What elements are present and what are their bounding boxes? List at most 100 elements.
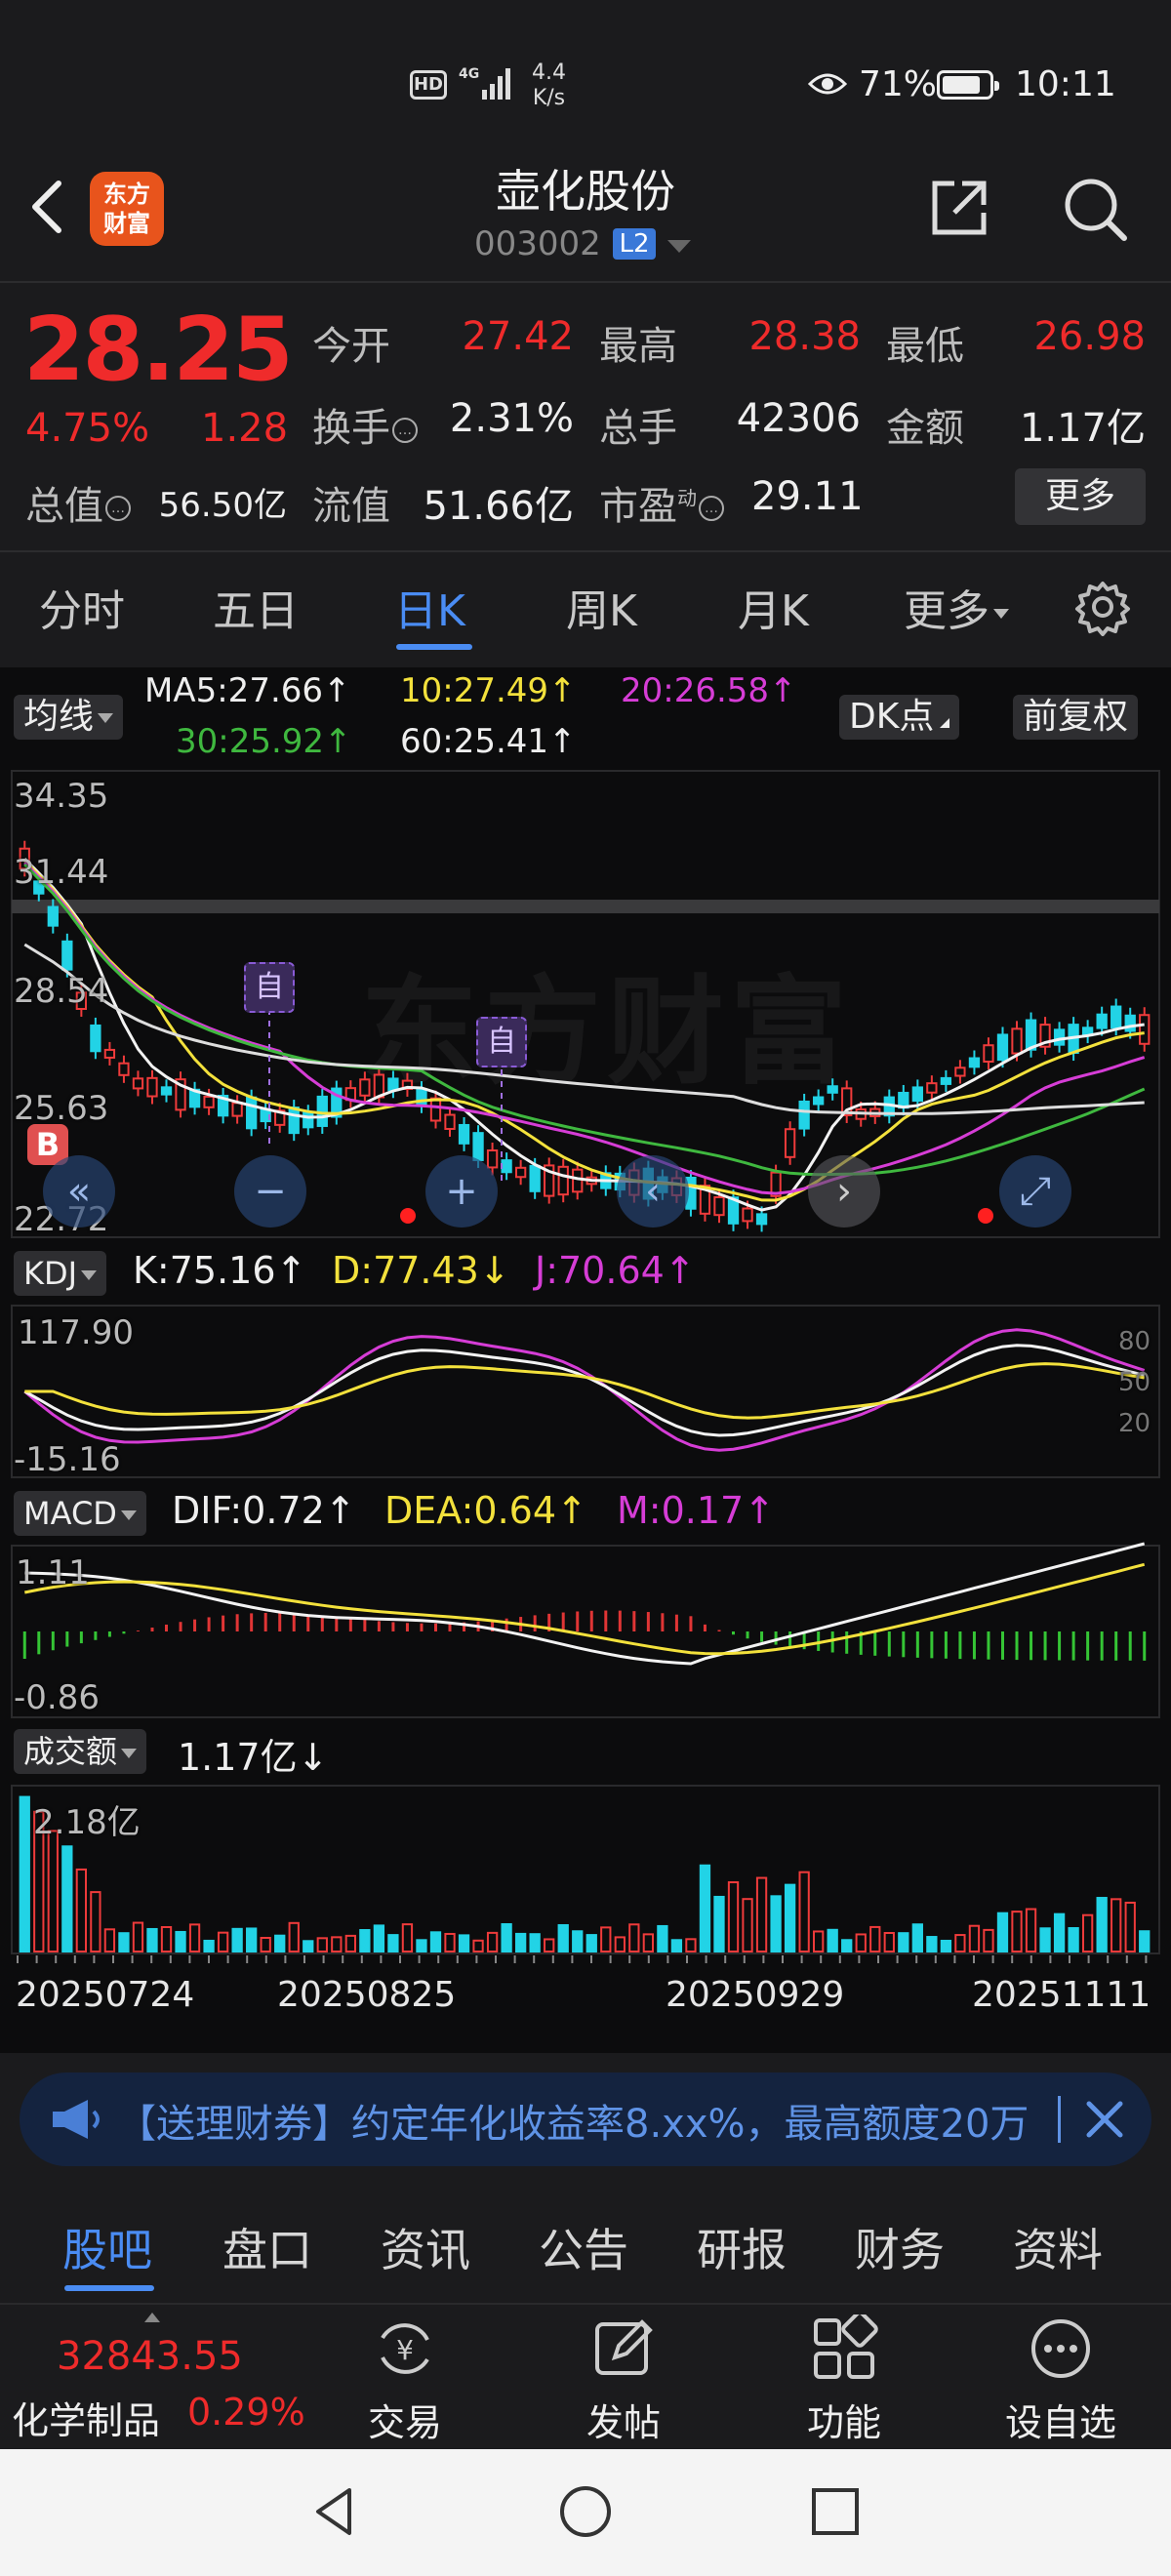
- candle-body: [47, 906, 59, 927]
- candle-body: [387, 1077, 399, 1092]
- subtab-news[interactable]: 资讯: [381, 2215, 470, 2279]
- kdj-j: J:70.64↑: [535, 1249, 696, 1292]
- candle-body: [1011, 1027, 1023, 1055]
- post-button[interactable]: 发帖: [555, 2393, 692, 2446]
- candle-body: [572, 1168, 584, 1193]
- macd-selector[interactable]: MACD: [14, 1491, 146, 1536]
- volume-bar: [444, 1932, 456, 1952]
- signal-dot: [978, 1208, 993, 1224]
- subtab-orderbook[interactable]: 盘口: [222, 2215, 312, 2279]
- self-select-marker[interactable]: 自: [476, 1017, 527, 1067]
- kdj-axis-top: 117.90: [18, 1313, 134, 1352]
- volume-bar: [1096, 1897, 1108, 1952]
- promo-banner[interactable]: 【送理财券】约定年化收益率8.xx%，最高额度20万: [20, 2073, 1151, 2166]
- volume-bar: [160, 1925, 173, 1952]
- date-label: 20250724: [16, 1975, 195, 2015]
- volume-bar: [614, 1936, 626, 1952]
- volume-bar: [486, 1931, 499, 1952]
- kdj-selector[interactable]: KDJ: [14, 1251, 107, 1296]
- subtab-announcements[interactable]: 公告: [539, 2215, 628, 2279]
- fullscreen-button[interactable]: ⤢: [999, 1155, 1071, 1228]
- volume-bar: [883, 1932, 895, 1952]
- volume-bar: [47, 1830, 59, 1952]
- candle-body: [146, 1076, 158, 1098]
- volume-bar: [770, 1895, 782, 1953]
- volume-bar: [373, 1924, 385, 1952]
- volume-bar: [544, 1938, 555, 1953]
- price-axis-top: 34.35: [14, 777, 109, 816]
- price-axis-3: 28.54: [14, 972, 109, 1011]
- trade-icon[interactable]: ¥: [371, 2314, 439, 2383]
- self-select-marker[interactable]: 自: [244, 962, 295, 1013]
- candle-body: [813, 1096, 825, 1106]
- volume-bar: [387, 1934, 399, 1953]
- volume-bar: [572, 1930, 584, 1953]
- volume-bar: [798, 1871, 810, 1953]
- ma60-line: [23, 943, 1145, 1115]
- more-icon[interactable]: [1027, 2314, 1095, 2383]
- candle-body: [231, 1102, 243, 1117]
- volume-bar: [501, 1922, 512, 1953]
- volume-bar: [246, 1927, 258, 1953]
- macd-m: M:0.17↑: [617, 1489, 776, 1532]
- zoom-in-button[interactable]: +: [425, 1155, 498, 1228]
- divider: [1058, 2096, 1061, 2143]
- nav-back-icon[interactable]: [306, 2482, 365, 2541]
- sector-index-value[interactable]: 32843.55: [57, 2334, 243, 2379]
- candle-body: [132, 1077, 144, 1090]
- volume-selector[interactable]: 成交额: [14, 1729, 147, 1774]
- candle-body: [416, 1088, 427, 1107]
- scroll-right-button[interactable]: ›: [808, 1155, 880, 1228]
- date-label: 20251111: [972, 1975, 1151, 2015]
- macd-dif: DIF:0.72↑: [172, 1489, 356, 1532]
- scroll-left-button[interactable]: ‹: [617, 1155, 689, 1228]
- price-axis-2: 31.44: [14, 853, 109, 892]
- candle-body: [1110, 1005, 1122, 1029]
- subtab-profile[interactable]: 资料: [1013, 2215, 1103, 2279]
- zoom-out-button[interactable]: −: [234, 1155, 306, 1228]
- volume-bar: [359, 1929, 371, 1953]
- nav-recents-icon[interactable]: [806, 2482, 865, 2541]
- kdj-axis-bottom: -15.16: [14, 1440, 121, 1479]
- functions-button[interactable]: 功能: [776, 2393, 912, 2446]
- sector-change: 0.29%: [187, 2391, 305, 2434]
- candle-body: [444, 1113, 456, 1130]
- candle-body: [1053, 1028, 1066, 1046]
- subtab-financials[interactable]: 财务: [855, 2215, 945, 2279]
- apps-icon[interactable]: [810, 2314, 878, 2383]
- candle-body: [203, 1095, 215, 1108]
- volume-bar: [288, 1921, 300, 1953]
- candle-body: [755, 1213, 768, 1226]
- gap-band: [12, 900, 1159, 913]
- nav-home-icon[interactable]: [556, 2482, 615, 2541]
- add-watchlist-button[interactable]: 设自选: [992, 2393, 1129, 2446]
- subtab-research[interactable]: 研报: [697, 2215, 787, 2279]
- volume-bar: [755, 1876, 768, 1953]
- volume-bar: [1011, 1911, 1023, 1953]
- sector-name[interactable]: 化学制品: [12, 2391, 160, 2444]
- scroll-left-fast-button[interactable]: «: [43, 1155, 115, 1228]
- trade-button[interactable]: 交易: [337, 2393, 473, 2446]
- volume-bar: [203, 1939, 215, 1952]
- volume-bar: [557, 1923, 569, 1952]
- candle-body: [246, 1096, 258, 1130]
- volume-bar: [827, 1928, 838, 1952]
- volume-bar: [401, 1923, 414, 1953]
- chevron-up-icon[interactable]: [144, 2313, 160, 2322]
- volume-bar: [529, 1933, 541, 1953]
- volume-bar: [813, 1930, 825, 1953]
- volume-bar: [657, 1924, 668, 1952]
- candle-body: [303, 1111, 314, 1129]
- close-icon[interactable]: [1079, 2094, 1130, 2145]
- candle-body: [926, 1082, 938, 1094]
- volume-bar: [90, 1891, 101, 1952]
- volume-bar: [260, 1936, 271, 1952]
- volume-bar: [784, 1883, 796, 1953]
- post-icon[interactable]: [589, 2314, 658, 2383]
- volume-bar: [1068, 1927, 1079, 1952]
- volume-bar: [600, 1926, 612, 1953]
- subtab-forum[interactable]: 股吧: [62, 2215, 152, 2279]
- volume-bar: [514, 1932, 527, 1953]
- volume-bar: [841, 1939, 853, 1953]
- candle-body: [1124, 1014, 1136, 1032]
